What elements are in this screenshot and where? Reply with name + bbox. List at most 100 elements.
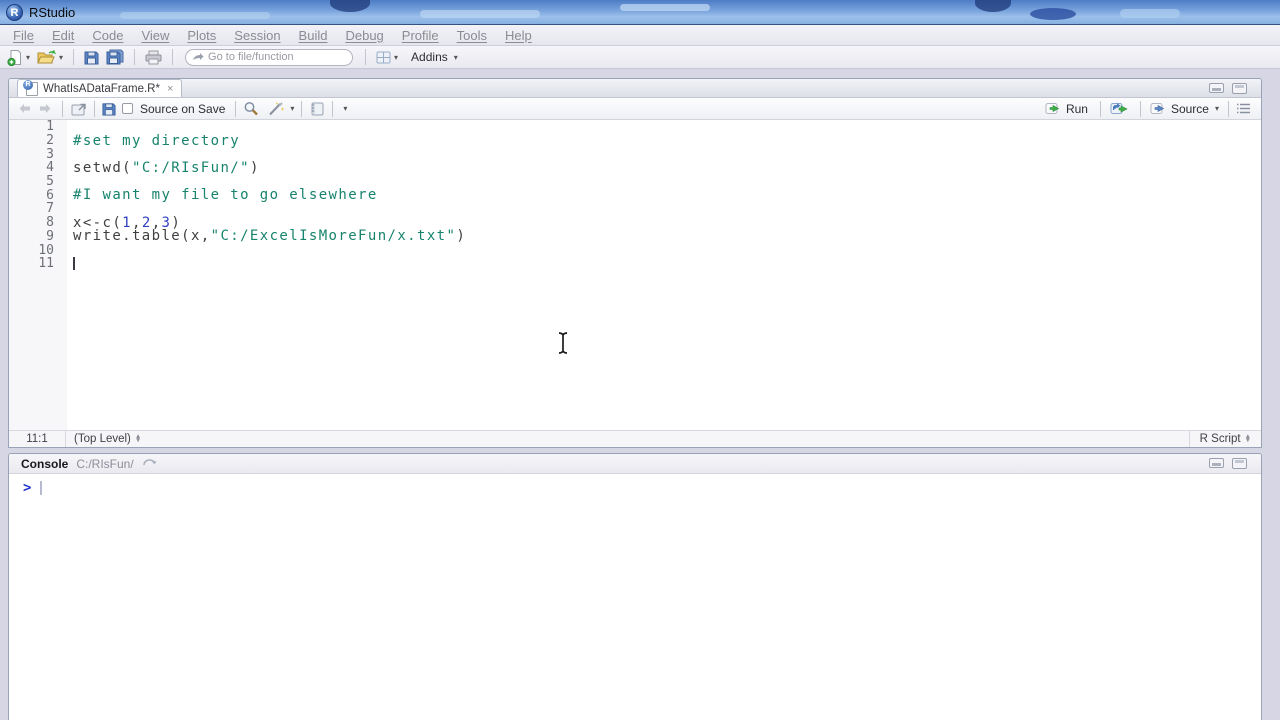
toolbar-separator <box>235 100 237 117</box>
toolbar-separator <box>1099 100 1101 117</box>
console-pane: Console C:/RIsFun/ > <box>8 453 1262 720</box>
panes-grid-icon <box>376 51 391 64</box>
chevron-down-icon: ▾ <box>1214 104 1219 113</box>
code-line: 10 <box>9 242 1261 258</box>
code-editor[interactable]: 1 2 #set my directory 3 4 setwd("C:/RIsFun/")… <box>9 120 1261 430</box>
scope-selector[interactable]: (Top Level) ▲ ▼ <box>66 433 149 445</box>
code-text <box>67 256 75 272</box>
editor-text-cursor <box>73 257 75 271</box>
goto-file-input[interactable] <box>208 51 339 63</box>
titlebar-artifact <box>420 10 540 18</box>
menu-item-debug[interactable]: Debug <box>336 28 392 43</box>
minimize-pane-icon[interactable] <box>1209 83 1224 93</box>
updown-arrows-icon: ▲ ▼ <box>1244 433 1251 444</box>
save-icon <box>84 50 99 65</box>
editor-toolbar: Source on Save ▾ ▾ Run Source ▾ <box>9 98 1261 120</box>
code-text: #set my directory <box>73 132 241 149</box>
menu-item-file[interactable]: File <box>4 28 43 43</box>
source-pane: WhatIsADataFrame.R* × Source on Save <box>8 78 1262 448</box>
tab-whatisadataframe[interactable]: WhatIsADataFrame.R* × <box>17 79 183 97</box>
chevron-down-icon: ▾ <box>453 52 458 62</box>
addins-menu[interactable]: Addins <box>411 50 448 64</box>
menu-item-view[interactable]: View <box>132 28 178 43</box>
menu-item-edit[interactable]: Edit <box>43 28 83 43</box>
goto-file-search[interactable] <box>185 48 354 66</box>
toolbar-separator <box>73 49 75 65</box>
code-line: 2 #set my directory <box>9 132 1261 149</box>
maximize-pane-icon[interactable] <box>1232 458 1247 469</box>
code-line: 4 setwd("C:/RIsFun/") <box>9 159 1261 176</box>
menu-item-tools[interactable]: Tools <box>448 28 496 43</box>
titlebar-artifact <box>330 0 370 12</box>
minimize-pane-icon[interactable] <box>1209 458 1224 468</box>
new-file-button[interactable]: ▾ <box>5 48 32 67</box>
print-icon <box>145 50 162 65</box>
console-header: Console C:/RIsFun/ <box>9 454 1261 474</box>
titlebar-artifact <box>1030 8 1076 20</box>
file-type-selector[interactable]: R Script ▲ ▼ <box>1188 430 1261 447</box>
code-tools-wand-icon[interactable] <box>267 101 285 116</box>
titlebar-artifact <box>975 0 1011 12</box>
maximize-pane-icon[interactable] <box>1232 83 1247 94</box>
menu-item-help[interactable]: Help <box>496 28 541 43</box>
code-text: setwd("C:/RIsFun/") <box>73 159 260 176</box>
menu-item-build[interactable]: Build <box>290 28 337 43</box>
save-all-icon <box>106 49 124 65</box>
titlebar-artifact <box>120 12 270 19</box>
toolbar-separator <box>1228 100 1229 117</box>
sync-directory-icon[interactable] <box>142 458 157 469</box>
console-input-area[interactable]: > <box>9 474 1261 496</box>
source-button[interactable]: Source ▾ <box>1148 101 1221 117</box>
rerun-icon <box>1110 102 1131 115</box>
source-icon <box>1150 102 1168 115</box>
console-working-directory: C:/RIsFun/ <box>76 456 134 471</box>
chevron-down-icon[interactable]: ▾ <box>343 104 347 113</box>
run-label: Run <box>1065 101 1088 116</box>
toolbar-separator <box>365 49 367 65</box>
save-icon[interactable] <box>102 102 116 116</box>
document-outline-icon[interactable] <box>1236 103 1251 114</box>
scope-label: (Top Level) <box>74 433 131 445</box>
save-all-button[interactable] <box>104 48 126 66</box>
forward-icon[interactable] <box>36 103 55 114</box>
menu-item-plots[interactable]: Plots <box>178 28 225 43</box>
chevron-down-icon[interactable]: ▾ <box>290 104 294 113</box>
close-icon[interactable]: × <box>167 83 173 95</box>
titlebar-artifact <box>620 4 710 11</box>
console-title: Console <box>21 456 69 471</box>
print-button[interactable] <box>143 49 164 66</box>
menu-bar: File Edit Code View Plots Session Build Debug Pr… <box>0 25 1280 46</box>
toolbar-separator <box>134 49 136 65</box>
editor-status-bar: 11:1 (Top Level) ▲ ▼ R Script ▲ ▼ <box>9 430 1261 447</box>
open-in-new-window-icon[interactable] <box>70 102 87 116</box>
chevron-down-icon: ▾ <box>59 52 64 62</box>
menu-item-session[interactable]: Session <box>225 28 289 43</box>
chevron-down-icon: ▾ <box>26 52 31 62</box>
chevron-down-icon: ▾ <box>394 52 399 62</box>
menu-item-profile[interactable]: Profile <box>393 28 448 43</box>
new-file-icon <box>7 49 23 66</box>
toolbar-separator <box>301 100 303 117</box>
back-icon[interactable] <box>15 103 34 114</box>
open-file-button[interactable]: ▾ <box>35 49 65 66</box>
rstudio-window: { "colors": { "comment": "#17836d", "str… <box>0 0 1280 720</box>
rerun-button[interactable] <box>1108 101 1133 116</box>
line-number: 11 <box>9 256 67 272</box>
source-on-save-checkbox[interactable] <box>122 103 133 114</box>
workspace-panes-button[interactable]: ▾ <box>374 50 400 65</box>
toolbar-separator <box>172 49 174 65</box>
toolbar-separator <box>1139 100 1141 117</box>
r-script-file-icon <box>23 79 38 96</box>
toolbar-separator <box>62 100 63 117</box>
menu-item-code[interactable]: Code <box>83 28 132 43</box>
console-prompt: > <box>23 480 32 496</box>
goto-arrow-icon <box>192 52 204 62</box>
source-on-save-label: Source on Save <box>140 101 226 116</box>
run-button[interactable]: Run <box>1043 101 1093 117</box>
compile-notebook-icon[interactable] <box>309 101 325 116</box>
save-button[interactable] <box>82 49 101 66</box>
mouse-ibeam-cursor <box>556 331 570 355</box>
toolbar-separator <box>332 100 334 117</box>
code-line: 6 #I want my file to go elsewhere <box>9 187 1261 203</box>
find-replace-icon[interactable] <box>243 101 259 116</box>
